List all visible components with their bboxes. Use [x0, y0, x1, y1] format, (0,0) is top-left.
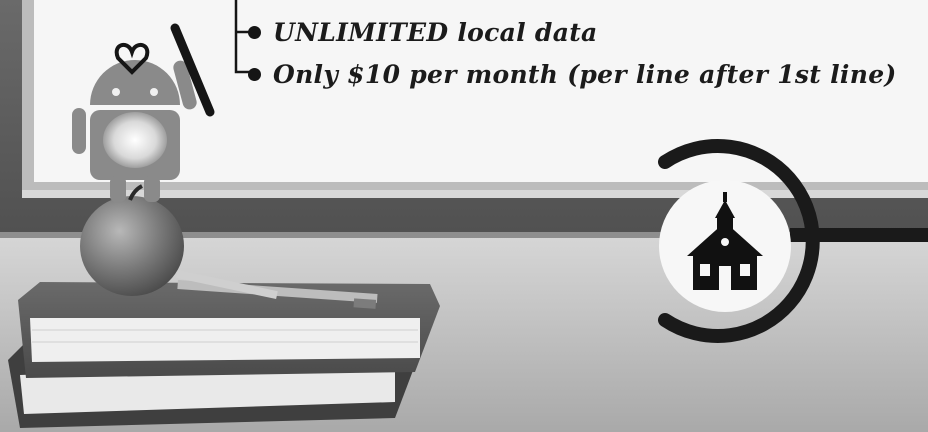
accent-connector: [790, 228, 928, 242]
feature-item-price: Only $10 per month (per line after 1st l…: [248, 60, 897, 89]
feature-text: UNLIMITED local data: [273, 18, 598, 47]
feature-text: Only $10 per month (per line after 1st l…: [273, 60, 897, 89]
feature-item-unlimited-data: UNLIMITED local data: [248, 18, 598, 47]
bullet-dot: [248, 68, 261, 81]
promo-scene: UNLIMITED local data Only $10 per month …: [0, 0, 928, 432]
schoolhouse-icon: [659, 180, 791, 312]
feature-list: UNLIMITED local data Only $10 per month …: [234, 0, 914, 110]
bullet-dot: [248, 26, 261, 39]
